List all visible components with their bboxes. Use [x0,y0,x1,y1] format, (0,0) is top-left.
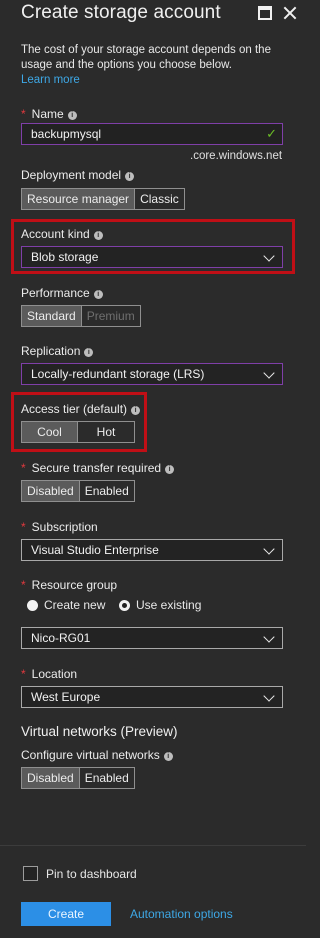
resource-group-label-text: Resource group [31,578,118,592]
name-label-text: Name [31,107,64,121]
replication-value: Locally-redundant storage (LRS) [31,367,205,381]
option-classic[interactable]: Classic [135,189,184,209]
chevron-down-icon [263,631,275,643]
account-kind-label: Account kind i [21,227,103,241]
replication-label: Replication i [21,344,94,358]
description-text: The cost of your storage account depends… [21,44,271,71]
maximize-icon[interactable] [258,6,272,20]
automation-options-link[interactable]: Automation options [130,907,233,921]
option-cool[interactable]: Cool [22,422,78,442]
chevron-down-icon [263,543,275,555]
radio-selected-icon [119,600,130,611]
required-marker: * [21,461,26,475]
secure-transfer-label: * Secure transfer required i [21,461,175,475]
pin-to-dashboard-label: Pin to dashboard [46,867,137,881]
location-value: West Europe [31,690,101,704]
option-premium: Premium [86,309,135,323]
option-disabled[interactable]: Disabled [22,481,80,501]
account-kind-value: Blob storage [31,250,99,264]
radio-create-new-label: Create new [44,598,106,612]
performance-toggle: Standard Premium [21,305,141,327]
info-icon[interactable]: i [67,111,77,120]
description: The cost of your storage account depends… [21,43,291,88]
close-icon[interactable] [283,6,297,20]
option-enabled[interactable]: Enabled [80,768,134,788]
subscription-label-text: Subscription [31,520,98,534]
name-label: * Name i [21,107,77,121]
info-icon[interactable]: i [93,231,103,240]
performance-label-text: Performance [21,286,90,300]
chevron-down-icon [263,250,275,262]
access-tier-label-text: Access tier (default) [21,402,128,416]
replication-select[interactable]: Locally-redundant storage (LRS) [21,363,283,385]
access-tier-toggle: Cool Hot [21,421,135,443]
chevron-down-icon [263,690,275,702]
radio-create-new[interactable]: Create new [27,598,105,612]
configure-virtual-networks-label-text: Configure virtual networks [21,748,160,762]
pin-to-dashboard-checkbox[interactable] [23,866,38,881]
access-tier-label: Access tier (default) i [21,402,141,416]
radio-icon [27,600,38,611]
account-kind-label-text: Account kind [21,227,90,241]
required-marker: * [21,667,26,681]
required-marker: * [21,578,26,592]
option-disabled[interactable]: Disabled [22,768,80,788]
configure-virtual-networks-label: Configure virtual networks i [21,748,173,762]
option-resource-manager[interactable]: Resource manager [22,189,136,209]
info-icon[interactable]: i [131,406,141,415]
blade-title: Create storage account [21,2,221,23]
performance-label: Performance i [21,286,103,300]
replication-label-text: Replication [21,344,81,358]
virtual-networks-heading: Virtual networks (Preview) [21,724,178,739]
location-label: * Location [21,667,77,681]
create-button[interactable]: Create [21,902,111,926]
info-icon[interactable]: i [93,290,103,299]
name-input-value: backupmysql [31,127,102,141]
option-standard[interactable]: Standard [22,306,82,326]
location-label-text: Location [31,667,78,681]
info-icon[interactable]: i [165,465,175,474]
deployment-model-toggle: Resource manager Classic [21,188,185,210]
resource-group-select[interactable]: Nico-RG01 [21,627,283,649]
info-icon[interactable]: i [125,172,135,181]
deployment-model-label-text: Deployment model [21,168,122,182]
subscription-label: * Subscription [21,520,98,534]
name-input[interactable]: backupmysql ✓ [21,123,283,145]
info-icon[interactable]: i [163,752,173,761]
chevron-down-icon [263,367,275,379]
option-enabled[interactable]: Enabled [80,481,134,501]
resource-group-value: Nico-RG01 [31,631,91,645]
name-suffix: .core.windows.net [190,150,283,162]
required-marker: * [21,107,26,121]
deployment-model-label: Deployment model i [21,168,135,182]
required-marker: * [21,520,26,534]
learn-more-link[interactable]: Learn more [21,74,80,86]
radio-use-existing-label: Use existing [136,598,202,612]
radio-use-existing[interactable]: Use existing [119,598,201,612]
checkmark-icon: ✓ [266,126,277,141]
virtual-networks-toggle: Disabled Enabled [21,767,135,789]
secure-transfer-toggle: Disabled Enabled [21,480,135,502]
resource-group-label: * Resource group [21,578,117,592]
secure-transfer-label-text: Secure transfer required [31,461,162,475]
subscription-value: Visual Studio Enterprise [31,543,159,557]
location-select[interactable]: West Europe [21,686,283,708]
subscription-select[interactable]: Visual Studio Enterprise [21,539,283,561]
footer-divider [0,845,306,846]
account-kind-select[interactable]: Blob storage [21,246,283,268]
option-hot[interactable]: Hot [78,422,134,442]
info-icon[interactable]: i [84,348,94,357]
